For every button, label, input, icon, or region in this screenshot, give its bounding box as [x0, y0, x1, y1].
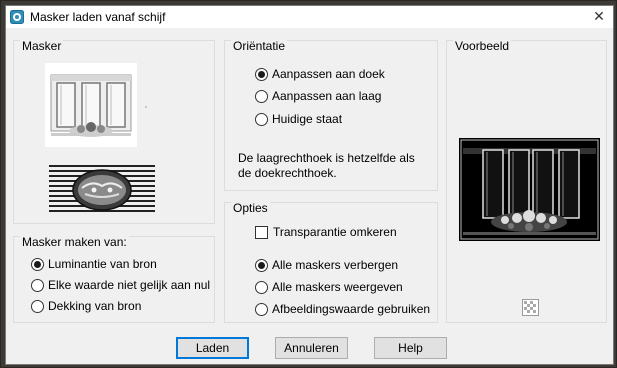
radio-button[interactable]	[255, 302, 268, 316]
radio-button[interactable]	[31, 278, 44, 292]
cancel-button[interactable]: Annuleren	[275, 337, 348, 359]
load-button[interactable]: Laden	[176, 337, 249, 359]
radio-label: Aanpassen aan laag	[272, 89, 382, 103]
mask-source-group: Masker maken van: Luminantie van bron El…	[13, 236, 215, 323]
mask-thumbnail-selected[interactable]	[45, 63, 137, 147]
radio-label: Elke waarde niet gelijk aan nul	[48, 278, 211, 292]
radio-label: Alle maskers weergeven	[272, 280, 403, 294]
radio-button[interactable]	[255, 89, 268, 103]
checkbox-invert-transparency[interactable]: Transparantie omkeren	[255, 224, 397, 240]
radio-button[interactable]	[255, 280, 268, 294]
preview-group-title: Voorbeeld	[453, 39, 512, 53]
mask-group: Masker	[13, 40, 215, 224]
radio-nonzero[interactable]: Elke waarde niet gelijk aan nul	[31, 277, 210, 293]
checkbox-label: Transparantie omkeren	[273, 225, 397, 239]
help-button[interactable]: Help	[374, 337, 447, 359]
dialog-window: Masker laden vanaf schijf ✕ Masker Maske…	[5, 5, 614, 365]
radio-fit-layer[interactable]: Aanpassen aan laag	[255, 88, 381, 104]
preview-group: Voorbeeld	[446, 40, 607, 323]
app-icon	[10, 10, 24, 24]
thumbnail-dot	[145, 106, 147, 108]
radio-button[interactable]	[255, 112, 268, 126]
radio-label: Luminantie van bron	[48, 257, 157, 271]
radio-label: Aanpassen aan doek	[272, 67, 385, 81]
window-title: Masker laden vanaf schijf	[30, 10, 166, 24]
options-group-title: Opties	[231, 201, 270, 215]
radio-label: Dekking van bron	[48, 299, 142, 313]
orientation-info-text: De laagrechthoek is hetzelfde als de doe…	[238, 151, 415, 180]
radio-opacity[interactable]: Dekking van bron	[31, 298, 141, 314]
radio-label: Afbeeldingswaarde gebruiken	[272, 302, 431, 316]
radio-button[interactable]	[31, 257, 44, 271]
mask-source-group-title: Masker maken van:	[20, 235, 129, 249]
title-bar[interactable]: Masker laden vanaf schijf ✕	[6, 6, 613, 28]
transparency-toggle-icon[interactable]	[522, 299, 539, 316]
radio-label: Alle maskers verbergen	[272, 258, 399, 272]
radio-fit-canvas[interactable]: Aanpassen aan doek	[255, 66, 385, 82]
options-group: Opties Transparantie omkeren Alle masker…	[224, 202, 438, 323]
checkbox[interactable]	[255, 225, 268, 239]
preview-image	[459, 138, 600, 241]
outer-frame: Masker laden vanaf schijf ✕ Masker Maske…	[0, 0, 617, 368]
radio-luminance[interactable]: Luminantie van bron	[31, 256, 157, 272]
radio-hide-all-masks[interactable]: Alle maskers verbergen	[255, 257, 398, 273]
orientation-group: Oriëntatie Aanpassen aan doek Aanpassen …	[224, 40, 438, 191]
mask-group-title: Masker	[20, 39, 64, 53]
radio-button[interactable]	[255, 258, 268, 272]
radio-show-all-masks[interactable]: Alle maskers weergeven	[255, 279, 403, 295]
mask-thumbnail-logo[interactable]	[49, 164, 155, 216]
radio-button[interactable]	[255, 67, 268, 81]
radio-button[interactable]	[31, 299, 44, 313]
radio-label: Huidige staat	[272, 112, 343, 126]
orientation-group-title: Oriëntatie	[231, 39, 288, 53]
radio-use-image-value[interactable]: Afbeeldingswaarde gebruiken	[255, 301, 430, 317]
radio-current-state[interactable]: Huidige staat	[255, 111, 342, 127]
close-icon[interactable]: ✕	[591, 8, 607, 24]
